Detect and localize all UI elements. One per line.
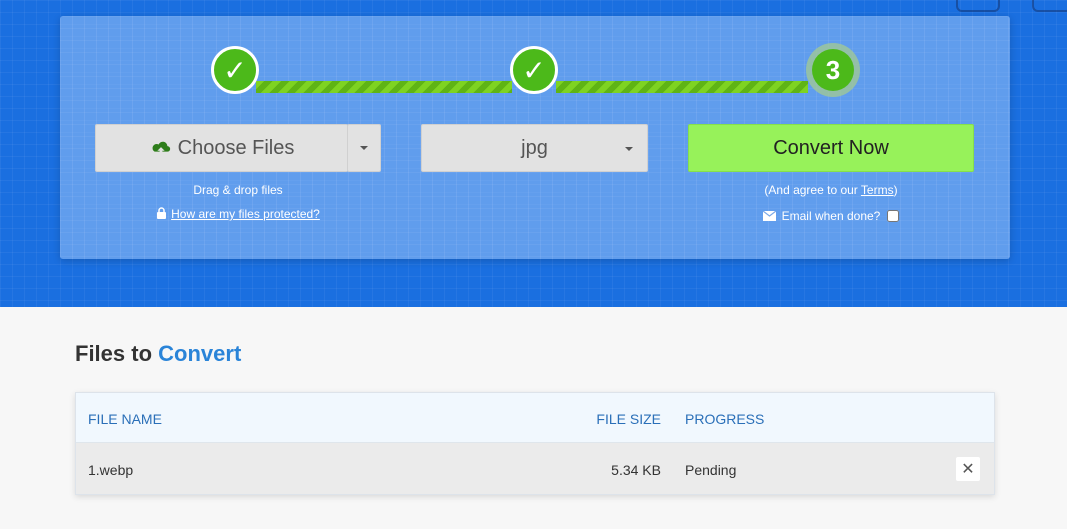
remove-file-button[interactable]: ✕ [956,457,980,481]
files-table-header: FILE NAME FILE SIZE PROGRESS [76,393,994,443]
convert-now-button[interactable]: Convert Now [688,124,974,172]
files-protected-row: How are my files protected? [95,207,381,221]
choose-source-dropdown[interactable] [347,124,381,172]
progress-bar-step2-3 [556,81,808,93]
step-3-number: 3 [812,49,854,91]
terms-link[interactable]: Terms [861,183,894,197]
step-3-indicator: 3 [806,43,860,97]
envelope-icon [762,211,776,221]
decorative-shape [1032,0,1067,12]
format-select-value: jpg [521,136,548,159]
email-when-done-checkbox[interactable] [887,210,900,222]
progress-cell: Pending [685,462,737,478]
convert-now-label: Convert Now [773,136,889,159]
format-select[interactable]: jpg [421,124,648,172]
file-size-cell: 5.34 KB [611,462,661,478]
file-name-cell: 1.webp [88,462,134,478]
files-protected-link[interactable]: How are my files protected? [171,207,320,221]
column-header-file-name: FILE NAME [88,411,162,427]
progress-bar-step1-2 [256,81,512,93]
email-when-done-row: Email when done? [688,209,974,223]
step-2-check-icon: ✓ [510,46,558,94]
chevron-down-icon [360,146,368,150]
files-table: FILE NAME FILE SIZE PROGRESS 1.webp 5.34… [75,392,995,495]
cloud-upload-icon [152,141,170,156]
chevron-down-icon [625,147,633,151]
close-icon: ✕ [961,461,975,478]
terms-agreement: (And agree to our Terms) [764,183,898,197]
column-header-progress: PROGRESS [685,411,765,427]
email-when-done-label: Email when done? [781,209,881,223]
table-row: 1.webp 5.34 KB Pending ✕ [76,443,994,494]
files-section-title: Files to Convert [75,341,242,366]
drag-drop-hint: Drag & drop files [193,183,283,197]
decorative-shape [956,0,1000,12]
column-header-file-size: FILE SIZE [596,411,661,427]
hero-section: ✓ ✓ 3 Choose Files Drag & drop files How… [0,0,1067,307]
step-1-check-icon: ✓ [211,46,259,94]
choose-files-label: Choose Files [177,136,295,159]
lock-icon [157,207,167,219]
choose-files-button[interactable]: Choose Files [95,124,348,172]
